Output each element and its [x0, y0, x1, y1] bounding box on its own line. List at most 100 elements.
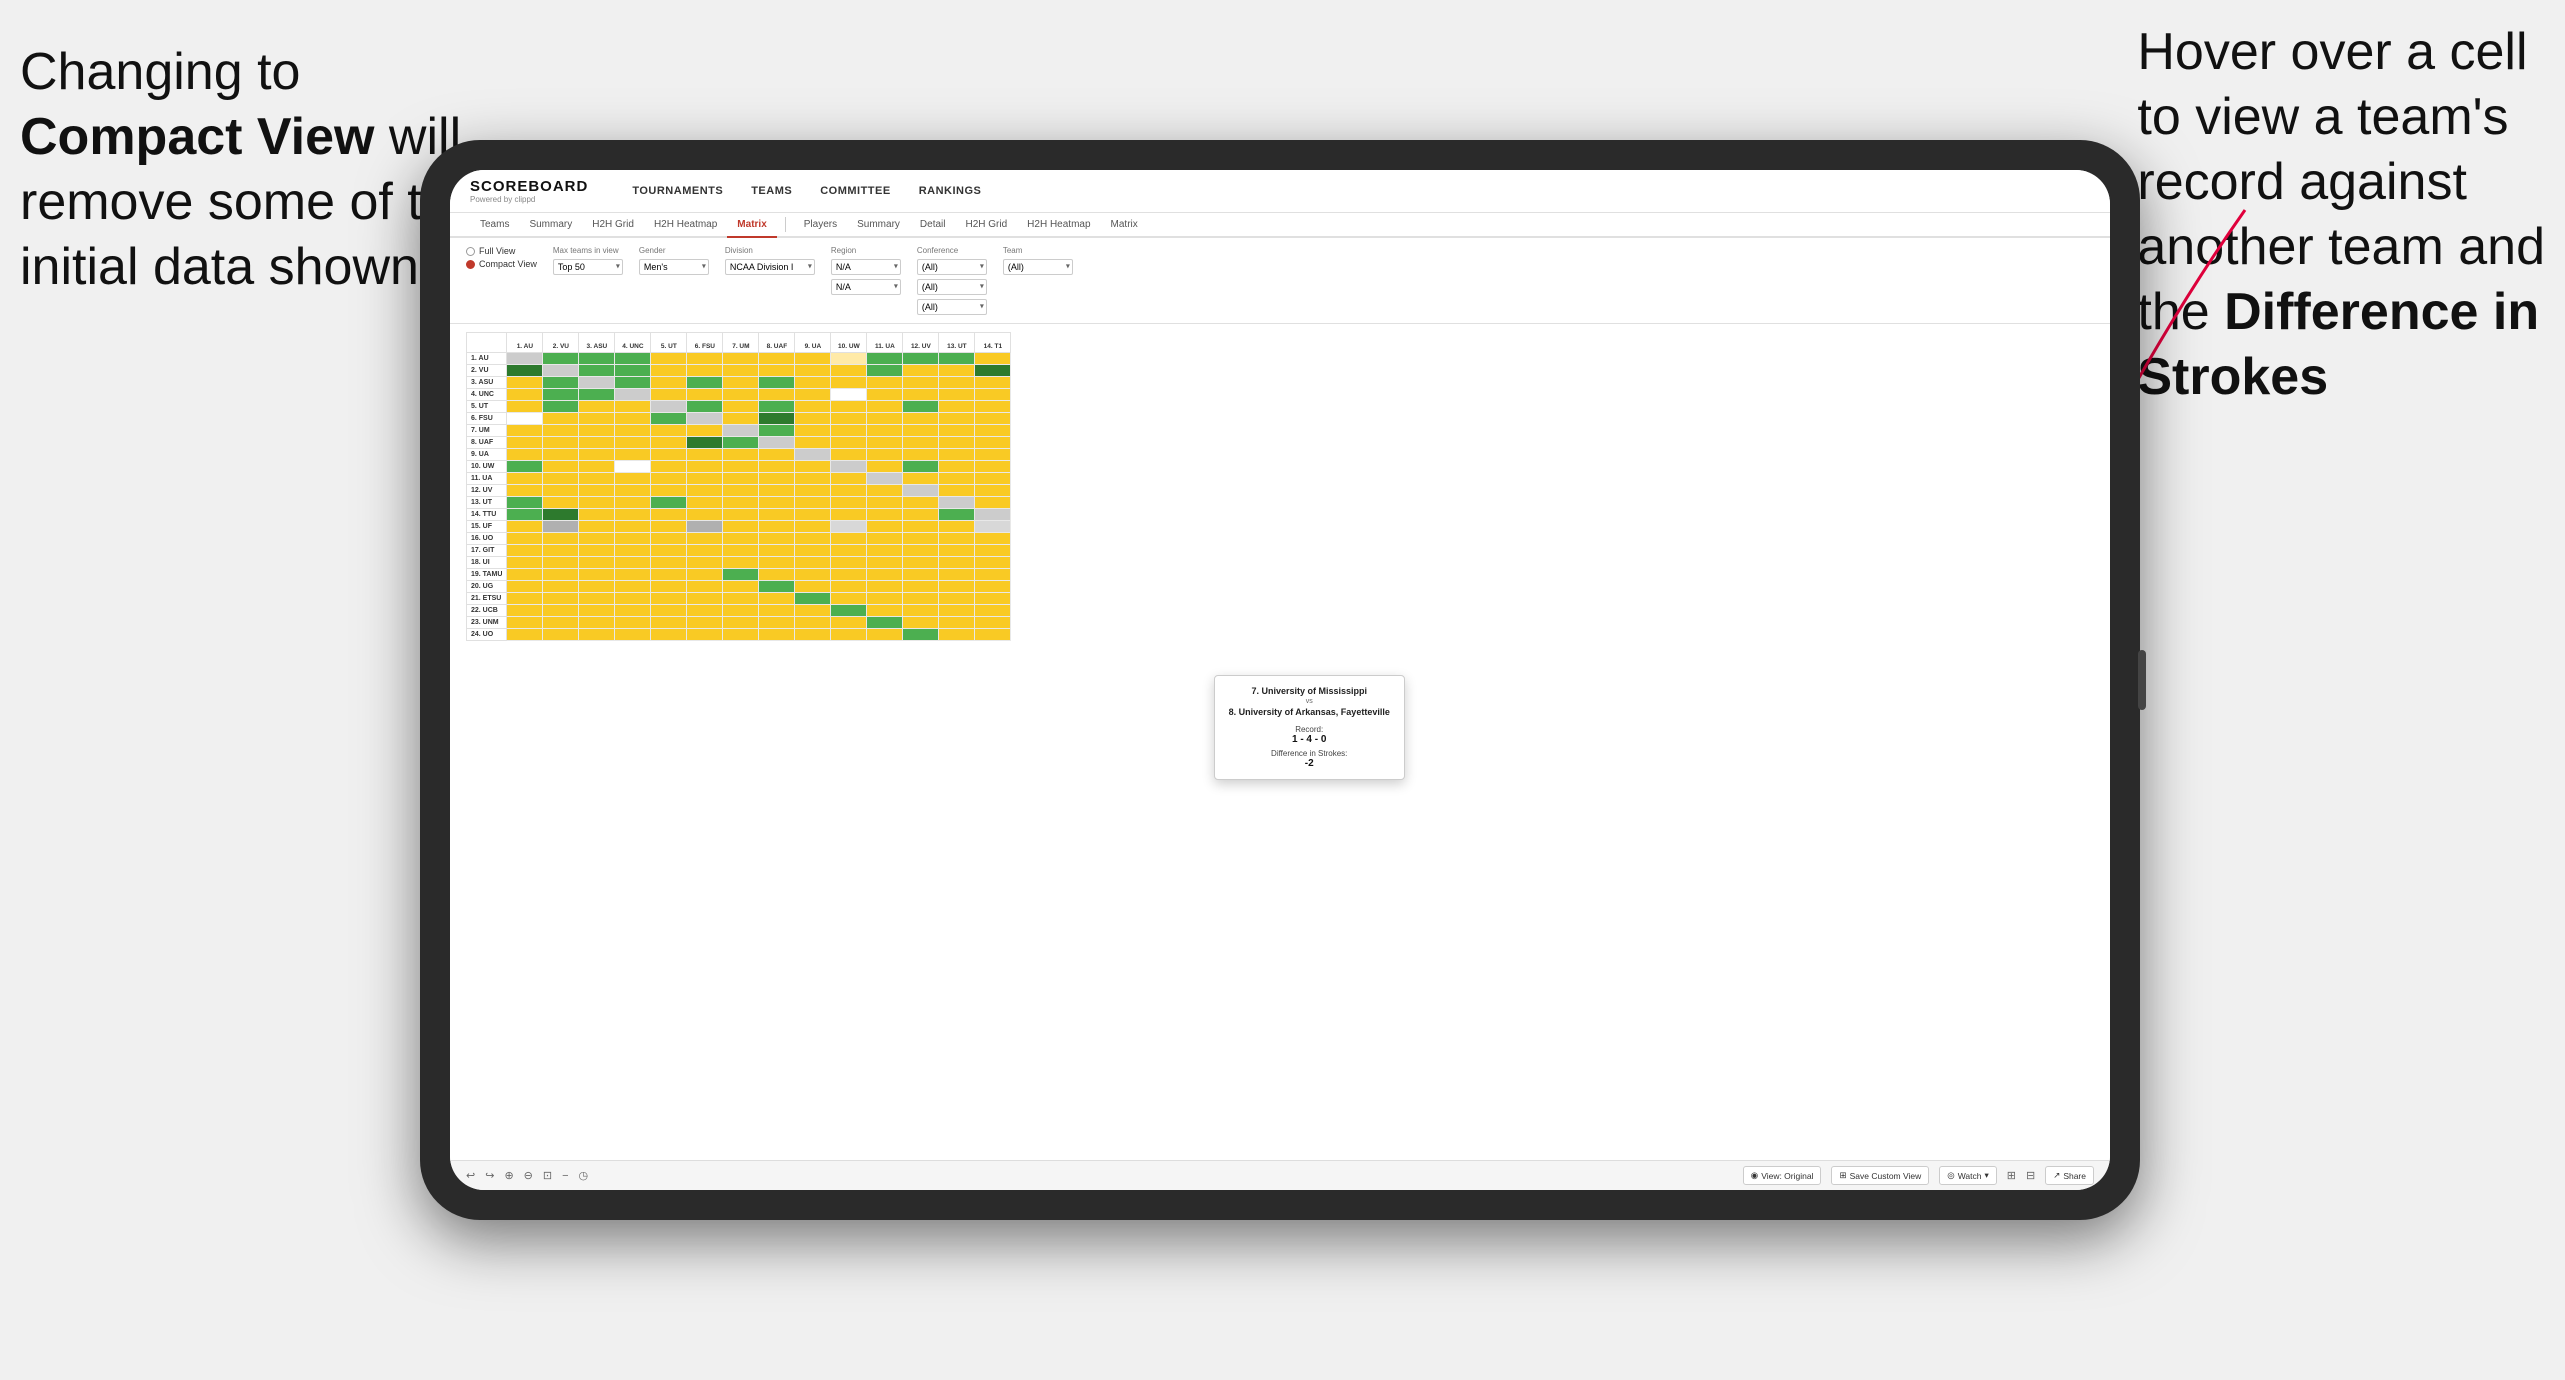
matrix-cell[interactable]: [723, 509, 759, 521]
matrix-cell[interactable]: [939, 485, 975, 497]
matrix-cell[interactable]: [687, 413, 723, 425]
matrix-cell[interactable]: [579, 593, 615, 605]
matrix-cell[interactable]: [831, 461, 867, 473]
tab-matrix-left[interactable]: Matrix: [727, 213, 776, 238]
matrix-cell[interactable]: [759, 353, 795, 365]
matrix-cell[interactable]: [543, 629, 579, 641]
matrix-cell[interactable]: [795, 545, 831, 557]
matrix-cell[interactable]: [759, 545, 795, 557]
matrix-cell[interactable]: [831, 545, 867, 557]
matrix-cell[interactable]: [723, 569, 759, 581]
matrix-cell[interactable]: [543, 389, 579, 401]
matrix-cell[interactable]: [867, 593, 903, 605]
matrix-cell[interactable]: [579, 365, 615, 377]
matrix-cell[interactable]: [543, 557, 579, 569]
icon7[interactable]: ◷: [579, 1169, 589, 1182]
matrix-cell[interactable]: [939, 437, 975, 449]
matrix-cell[interactable]: [795, 521, 831, 533]
matrix-cell[interactable]: [975, 569, 1011, 581]
matrix-cell[interactable]: [723, 617, 759, 629]
matrix-cell[interactable]: [867, 437, 903, 449]
matrix-cell[interactable]: [939, 473, 975, 485]
compact-view-option[interactable]: Compact View: [466, 259, 537, 269]
matrix-cell[interactable]: [759, 605, 795, 617]
matrix-cell[interactable]: [579, 509, 615, 521]
matrix-cell[interactable]: [543, 605, 579, 617]
matrix-cell[interactable]: [939, 569, 975, 581]
matrix-cell[interactable]: [867, 509, 903, 521]
matrix-cell[interactable]: [975, 605, 1011, 617]
matrix-cell[interactable]: [723, 485, 759, 497]
matrix-cell[interactable]: [759, 497, 795, 509]
matrix-cell[interactable]: [903, 413, 939, 425]
matrix-cell[interactable]: [543, 533, 579, 545]
matrix-cell[interactable]: [615, 473, 651, 485]
matrix-cell[interactable]: [939, 521, 975, 533]
matrix-cell[interactable]: [507, 629, 543, 641]
matrix-cell[interactable]: [975, 557, 1011, 569]
matrix-cell[interactable]: [723, 605, 759, 617]
matrix-cell[interactable]: [615, 581, 651, 593]
matrix-cell[interactable]: [795, 473, 831, 485]
matrix-cell[interactable]: [687, 461, 723, 473]
matrix-cell[interactable]: [795, 389, 831, 401]
matrix-cell[interactable]: [903, 545, 939, 557]
tab-h2h-heatmap-left[interactable]: H2H Heatmap: [644, 213, 727, 238]
matrix-cell[interactable]: [687, 401, 723, 413]
matrix-cell[interactable]: [579, 389, 615, 401]
matrix-cell[interactable]: [687, 581, 723, 593]
matrix-cell[interactable]: [543, 437, 579, 449]
full-view-option[interactable]: Full View: [466, 246, 537, 256]
matrix-cell[interactable]: [507, 425, 543, 437]
matrix-cell[interactable]: [651, 521, 687, 533]
matrix-cell[interactable]: [867, 377, 903, 389]
tab-summary-left[interactable]: Summary: [519, 213, 582, 238]
matrix-cell[interactable]: [651, 617, 687, 629]
matrix-cell[interactable]: [507, 377, 543, 389]
matrix-cell[interactable]: [543, 509, 579, 521]
matrix-cell[interactable]: [615, 629, 651, 641]
matrix-cell[interactable]: [759, 533, 795, 545]
matrix-cell[interactable]: [867, 365, 903, 377]
matrix-cell[interactable]: [831, 509, 867, 521]
matrix-cell[interactable]: [579, 605, 615, 617]
matrix-cell[interactable]: [831, 569, 867, 581]
matrix-cell[interactable]: [615, 377, 651, 389]
matrix-cell[interactable]: [687, 593, 723, 605]
matrix-cell[interactable]: [651, 461, 687, 473]
matrix-cell[interactable]: [543, 461, 579, 473]
share-btn[interactable]: ↗ Share: [2045, 1166, 2094, 1185]
matrix-cell[interactable]: [975, 521, 1011, 533]
matrix-cell[interactable]: [507, 413, 543, 425]
matrix-cell[interactable]: [939, 581, 975, 593]
matrix-cell[interactable]: [687, 557, 723, 569]
matrix-cell[interactable]: [867, 629, 903, 641]
matrix-cell[interactable]: [831, 593, 867, 605]
nav-rankings[interactable]: RANKINGS: [915, 183, 986, 199]
tab-teams[interactable]: Teams: [470, 213, 519, 238]
max-teams-select[interactable]: Top 50: [553, 259, 623, 275]
matrix-cell[interactable]: [507, 569, 543, 581]
matrix-cell[interactable]: [795, 425, 831, 437]
full-view-radio[interactable]: [466, 247, 475, 256]
matrix-cell[interactable]: [687, 509, 723, 521]
matrix-cell[interactable]: [939, 605, 975, 617]
matrix-cell[interactable]: [579, 437, 615, 449]
matrix-cell[interactable]: [831, 557, 867, 569]
matrix-cell[interactable]: [939, 545, 975, 557]
matrix-cell[interactable]: [903, 449, 939, 461]
matrix-cell[interactable]: [867, 413, 903, 425]
matrix-cell[interactable]: [723, 353, 759, 365]
matrix-cell[interactable]: [759, 389, 795, 401]
matrix-cell[interactable]: [579, 557, 615, 569]
matrix-cell[interactable]: [507, 353, 543, 365]
matrix-cell[interactable]: [939, 557, 975, 569]
matrix-cell[interactable]: [795, 569, 831, 581]
matrix-cell[interactable]: [975, 533, 1011, 545]
matrix-cell[interactable]: [939, 377, 975, 389]
matrix-cell[interactable]: [795, 593, 831, 605]
matrix-cell[interactable]: [507, 485, 543, 497]
matrix-cell[interactable]: [903, 557, 939, 569]
matrix-cell[interactable]: [543, 425, 579, 437]
tab-summary-right[interactable]: Summary: [847, 213, 910, 238]
